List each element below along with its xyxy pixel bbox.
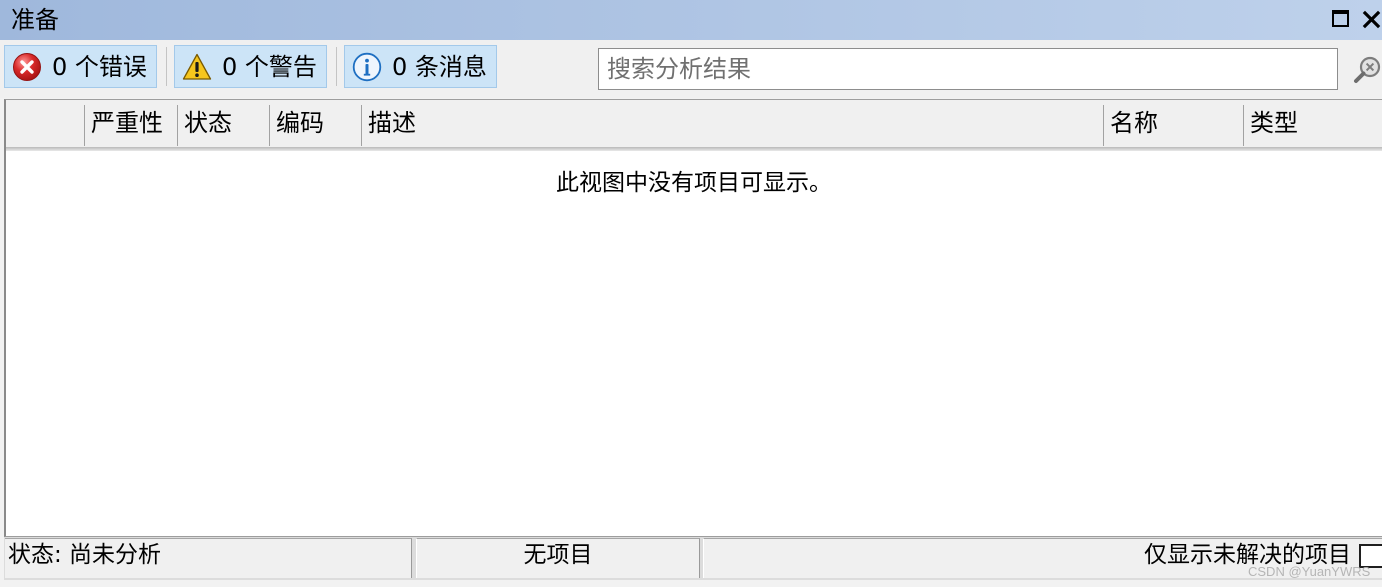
column-header-label: 名称: [1110, 109, 1158, 137]
error-icon: [13, 53, 41, 81]
column-header-type[interactable]: 类型: [1243, 100, 1382, 147]
column-header-code[interactable]: 编码: [269, 100, 361, 147]
column-header-label: 编码: [276, 109, 324, 137]
status-segment-count: 无项目: [416, 538, 700, 578]
warnings-filter-label: 0 个警告: [222, 53, 317, 81]
search-input[interactable]: [598, 48, 1338, 90]
info-icon: [352, 52, 382, 82]
warnings-filter-button[interactable]: 0 个警告: [174, 45, 327, 88]
errors-filter-label: 0 个错误: [52, 53, 147, 81]
maximize-icon: [1332, 10, 1349, 27]
warning-icon: [182, 53, 212, 80]
search-clear-button[interactable]: [1352, 54, 1382, 84]
close-button[interactable]: [1360, 8, 1382, 30]
errors-filter-button[interactable]: 0 个错误: [4, 45, 157, 88]
analysis-status-text: 状态: 尚未分析: [8, 542, 162, 568]
toolbar-separator: [336, 47, 337, 86]
table-header: 严重性 状态 编码 描述 名称 类型: [6, 100, 1382, 147]
messages-filter-button[interactable]: 0 条消息: [344, 45, 497, 88]
column-header-label: 描述: [368, 109, 416, 137]
status-bar: 状态: 尚未分析 无项目 仅显示未解决的项目: [4, 537, 1382, 580]
column-header-description[interactable]: 描述: [361, 100, 1103, 147]
column-header-state[interactable]: 状态: [177, 100, 269, 147]
column-header-label: 状态: [184, 109, 232, 137]
title-bar: 准备: [0, 0, 1382, 40]
table-body: 此视图中没有项目可显示。: [6, 151, 1382, 536]
maximize-button[interactable]: [1330, 8, 1352, 30]
item-count-text: 无项目: [523, 542, 593, 568]
column-header-severity[interactable]: 严重性: [84, 100, 177, 147]
window-title: 准备: [11, 6, 59, 34]
column-header-label: 严重性: [91, 109, 163, 137]
close-icon: [1362, 10, 1381, 29]
error-list-table: 严重性 状态 编码 描述 名称 类型 此视图中没有项目可显示。: [4, 99, 1382, 537]
column-header-icon[interactable]: [6, 100, 84, 147]
empty-message: 此视图中没有项目可显示。: [556, 170, 832, 196]
search-clear-icon: [1354, 56, 1381, 83]
toolbar: 0 个错误 0 个警告 0 条消息: [0, 40, 1382, 98]
watermark: CSDN @YuanYWRS: [1248, 564, 1371, 579]
column-header-label: 类型: [1250, 109, 1298, 137]
messages-filter-label: 0 条消息: [392, 53, 487, 81]
toolbar-separator: [166, 47, 167, 86]
status-segment-analysis: 状态: 尚未分析: [5, 538, 412, 578]
column-header-name[interactable]: 名称: [1103, 100, 1243, 147]
